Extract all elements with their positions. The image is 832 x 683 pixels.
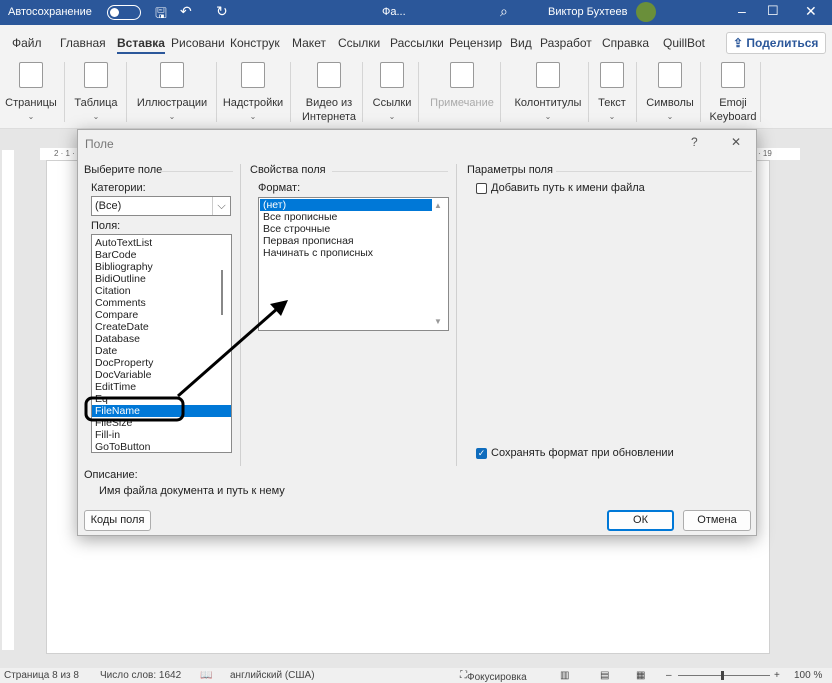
web-layout-icon[interactable]: ▦ xyxy=(636,670,645,681)
page-count[interactable]: Страница 8 из 8 xyxy=(4,670,79,681)
annotation-arrow xyxy=(177,306,279,398)
print-layout-icon[interactable]: ▤ xyxy=(600,670,609,681)
zoom-slider-thumb[interactable] xyxy=(721,671,724,680)
zoom-slider[interactable] xyxy=(678,675,770,676)
focus-mode[interactable]: ⛶ Фокусировка xyxy=(460,670,527,683)
annotation-overlay xyxy=(84,300,288,422)
language[interactable]: английский (США) xyxy=(230,670,315,681)
proofing-icon[interactable]: 📖 xyxy=(200,670,212,681)
zoom-out-button[interactable]: – xyxy=(666,670,672,681)
status-bar: Страница 8 из 8 Число слов: 1642 📖 англи… xyxy=(0,668,832,683)
zoom-in-button[interactable]: + xyxy=(774,670,780,681)
read-mode-icon[interactable]: ▥ xyxy=(560,670,569,681)
word-count[interactable]: Число слов: 1642 xyxy=(100,670,181,681)
highlight-box xyxy=(84,396,185,422)
zoom-level[interactable]: 100 % xyxy=(794,670,822,681)
